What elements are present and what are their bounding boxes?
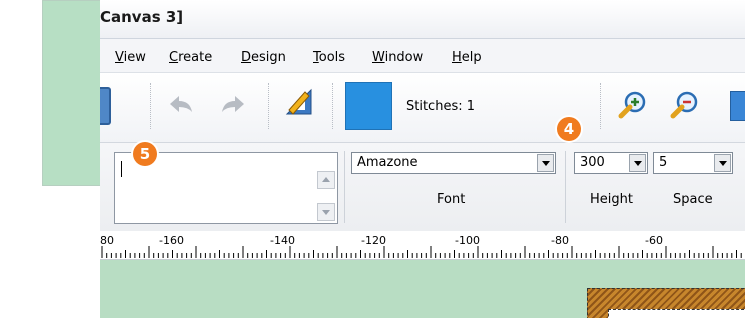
stitch-count: Stitches: 1 <box>406 99 475 114</box>
ruler-label: -100 <box>455 234 480 247</box>
menu-help[interactable]: Help <box>452 50 482 65</box>
menu-bar: View Create Design Tools Window Help <box>100 39 745 73</box>
toolbar-separator <box>150 83 153 129</box>
redo-icon[interactable] <box>220 93 246 115</box>
font-label: Font <box>437 192 466 207</box>
callout-badge-5: 5 <box>133 142 157 166</box>
ruler-label: -60 <box>645 234 663 247</box>
height-dropdown-button[interactable] <box>629 154 646 172</box>
stitch-object-hole <box>608 309 745 318</box>
menu-view[interactable]: View <box>115 50 146 65</box>
title-bar: Canvas 3] <box>100 0 745 39</box>
font-toolbar: Amazone Font 300 Height 5 Space <box>100 143 745 232</box>
menu-create[interactable]: Create <box>169 50 212 65</box>
callout-badge-4: 4 <box>557 117 581 141</box>
toolbar-separator <box>268 83 271 129</box>
space-dropdown-button[interactable] <box>714 154 731 172</box>
chevron-down-icon <box>719 161 727 166</box>
selection-tool-icon[interactable] <box>730 91 745 121</box>
text-caret <box>121 161 122 177</box>
menu-window[interactable]: Window <box>372 50 423 65</box>
window-title: Canvas 3] <box>100 8 184 26</box>
space-select-value: 5 <box>659 155 668 170</box>
height-label: Height <box>590 192 633 207</box>
toolbar-separator <box>332 83 335 129</box>
ruler-label: -160 <box>159 234 184 247</box>
ruler-label: -120 <box>361 234 386 247</box>
height-select-value: 300 <box>580 155 605 170</box>
ruler-label: 80 <box>100 234 114 247</box>
space-select[interactable]: 5 <box>653 152 733 174</box>
canvas-window: Canvas 3] View Create Design Tools Windo… <box>100 0 745 318</box>
scroll-down-button[interactable] <box>317 203 335 221</box>
font-select[interactable]: Amazone <box>351 152 556 174</box>
chevron-up-icon <box>322 177 330 182</box>
menu-design[interactable]: Design <box>241 50 286 65</box>
chevron-down-icon <box>634 161 642 166</box>
draw-icon[interactable] <box>283 86 315 118</box>
font-toolbar-separator <box>344 151 345 223</box>
toolbar-separator <box>600 83 603 129</box>
main-toolbar: Stitches: 1 <box>100 73 745 143</box>
menu-tools[interactable]: Tools <box>313 50 345 65</box>
font-dropdown-button[interactable] <box>537 154 554 172</box>
save-icon[interactable] <box>100 87 111 125</box>
font-select-value: Amazone <box>357 155 418 170</box>
zoom-out-icon[interactable] <box>670 90 700 120</box>
stitch-object[interactable] <box>587 288 745 318</box>
scroll-up-button[interactable] <box>317 171 335 189</box>
ruler-label: -140 <box>270 234 295 247</box>
horizontal-ruler: 80 -160 -140 -120 -100 -80 -60 <box>100 231 745 260</box>
color-swatch[interactable] <box>345 82 392 130</box>
chevron-down-icon <box>542 161 550 166</box>
font-toolbar-separator <box>565 151 566 223</box>
space-label: Space <box>673 192 713 207</box>
design-canvas[interactable] <box>100 260 745 318</box>
ruler-label: -80 <box>551 234 569 247</box>
chevron-down-icon <box>322 210 330 215</box>
zoom-in-icon[interactable] <box>618 90 648 120</box>
undo-icon[interactable] <box>168 93 194 115</box>
height-select[interactable]: 300 <box>574 152 648 174</box>
